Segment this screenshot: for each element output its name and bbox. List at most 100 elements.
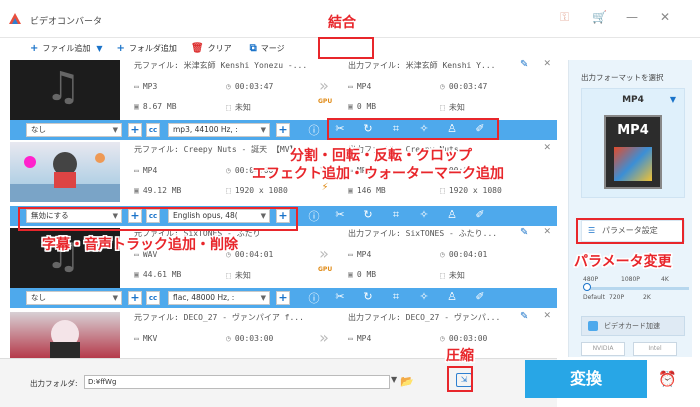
- watermark-icon[interactable]: ♙: [444, 122, 460, 135]
- format-selector[interactable]: MP4 ▼ MP4: [581, 88, 685, 198]
- quality-slider[interactable]: [585, 287, 689, 290]
- effect-wand-icon[interactable]: ✧: [416, 290, 432, 303]
- rotate-icon[interactable]: ↻: [360, 290, 376, 303]
- remove-row-icon[interactable]: ✕: [543, 311, 551, 321]
- output-duration: 00:04:01: [448, 250, 488, 259]
- cc-icon[interactable]: cc: [146, 123, 160, 137]
- output-folder-input[interactable]: D:¥ffWg: [84, 375, 390, 389]
- audio-track-select[interactable]: English opus, 48(▼: [168, 209, 270, 223]
- add-subtitle-button[interactable]: +: [128, 291, 142, 305]
- crop-icon[interactable]: ⌗: [388, 208, 404, 222]
- source-resolution: 未知: [234, 271, 251, 280]
- edit-toolbar: 無効にする ▼ + cc English opus, 48(▼ + ⓘ ✂ ↻ ⌗…: [10, 206, 557, 226]
- info-icon[interactable]: ⓘ: [306, 208, 322, 224]
- info-icon[interactable]: ⓘ: [306, 290, 322, 306]
- chevron-down-icon[interactable]: ▼: [391, 375, 397, 384]
- close-button[interactable]: ✕: [660, 10, 670, 24]
- output-duration: 00:03:00: [448, 334, 488, 343]
- crop-icon[interactable]: ⌗: [388, 290, 404, 304]
- gpu-badge: GPU: [318, 98, 333, 105]
- cc-icon[interactable]: cc: [146, 291, 160, 305]
- output-label: 出力ファイル:: [348, 61, 401, 70]
- rename-pencil-icon[interactable]: ✎: [520, 227, 528, 238]
- add-audio-button[interactable]: +: [276, 209, 290, 223]
- output-filename: 米津玄師 Kenshi Y...: [405, 61, 496, 70]
- quality-slider-handle[interactable]: [583, 283, 591, 291]
- merge-button[interactable]: ⧉ マージ: [250, 43, 285, 54]
- rotate-icon[interactable]: ↻: [360, 208, 376, 221]
- add-folder-button[interactable]: + フォルダ追加: [117, 43, 177, 54]
- watermark-icon[interactable]: ♙: [444, 290, 460, 303]
- quality-label: 1080P: [621, 276, 640, 283]
- cc-icon[interactable]: cc: [146, 209, 160, 223]
- cut-icon[interactable]: ✂: [332, 290, 348, 303]
- clear-button[interactable]: 🗑 クリア: [191, 43, 232, 54]
- selected-format: MP4: [622, 95, 644, 105]
- audio-track-select[interactable]: flac, 48000 Hz, : ▼: [168, 291, 270, 305]
- edit-pen-icon[interactable]: ✐: [472, 208, 488, 221]
- edit-pen-icon[interactable]: ✐: [472, 122, 488, 135]
- list-item[interactable]: 元ファイル: 米津玄師 Kenshi Yonezu -... ▭MP3 ◷00:…: [0, 58, 557, 140]
- edit-pen-icon[interactable]: ✐: [472, 290, 488, 303]
- clock-icon: ◷: [226, 334, 231, 343]
- remove-row-icon[interactable]: ✕: [543, 59, 551, 69]
- minimize-button[interactable]: —: [626, 10, 638, 24]
- alarm-clock-icon[interactable]: ⏰: [658, 370, 677, 388]
- chevron-down-icon[interactable]: ▼: [96, 44, 102, 53]
- cut-icon[interactable]: ✂: [332, 122, 348, 135]
- compress-icon[interactable]: ⇲: [456, 373, 472, 387]
- format-tile-label: MP4: [617, 123, 649, 138]
- cart-icon[interactable]: 🛒: [592, 10, 607, 24]
- add-audio-button[interactable]: +: [276, 123, 290, 137]
- effect-wand-icon[interactable]: ✧: [416, 122, 432, 135]
- lightning-icon: ⚡: [321, 182, 329, 193]
- output-folder-label: 出力フォルダ:: [30, 379, 78, 388]
- toolbar: + ファイル追加 ▼ + フォルダ追加 🗑 クリア ⧉ マージ: [0, 38, 557, 58]
- add-audio-button[interactable]: +: [276, 291, 290, 305]
- remove-row-icon[interactable]: ✕: [543, 227, 551, 237]
- source-filename: Creepy Nuts - 誕天 【MV】: [183, 145, 298, 154]
- chevron-down-icon[interactable]: ▼: [670, 95, 676, 104]
- key-icon[interactable]: ⚿: [560, 10, 569, 25]
- add-subtitle-button[interactable]: +: [128, 123, 142, 137]
- thumbnail: [10, 312, 120, 358]
- watermark-icon[interactable]: ♙: [444, 208, 460, 221]
- checkbox-icon: [588, 321, 598, 331]
- clock-icon: ◷: [440, 334, 445, 343]
- output-format: MP4: [356, 250, 372, 259]
- output-size: 146 MB: [356, 186, 386, 195]
- intel-badge: Intel: [633, 342, 677, 356]
- convert-button[interactable]: 変換: [525, 360, 647, 398]
- settings-sliders-icon: ☰: [588, 226, 596, 235]
- output-resolution: 1920 x 1080: [448, 186, 502, 195]
- list-item[interactable]: 元ファイル: Creepy Nuts - 誕天 【MV】 ▭ MP4 ◷ 00:04…: [0, 142, 557, 226]
- add-subtitle-button[interactable]: +: [128, 209, 142, 223]
- size-icon: ▣: [348, 186, 353, 195]
- resolution-icon: ⬚: [226, 186, 231, 195]
- format-icon: ▭: [134, 166, 139, 175]
- merge-icon: ⧉: [249, 42, 257, 54]
- subtitle-select[interactable]: 無効にする ▼: [26, 209, 122, 223]
- edit-toolbar: なし ▼ + cc flac, 48000 Hz, : ▼ + ⓘ ✂ ↻ ⌗ ✧ …: [10, 288, 557, 308]
- source-filename: DECO_27 - ヴァンパイア f...: [183, 313, 304, 322]
- subtitle-select[interactable]: なし ▼: [26, 291, 122, 305]
- cut-icon[interactable]: ✂: [332, 208, 348, 221]
- info-icon[interactable]: ⓘ: [306, 122, 322, 138]
- remove-row-icon[interactable]: ✕: [543, 143, 551, 153]
- crop-icon[interactable]: ⌗: [388, 122, 404, 136]
- rename-pencil-icon[interactable]: ✎: [520, 59, 528, 70]
- gpu-acceleration-toggle[interactable]: ビデオカード加速: [581, 316, 685, 336]
- rename-pencil-icon[interactable]: ✎: [520, 311, 528, 322]
- parameter-settings-button[interactable]: ☰ パラメータ設定: [581, 220, 685, 242]
- merge-label: マージ: [260, 43, 285, 53]
- add-file-button[interactable]: + ファイル追加 ▼: [30, 43, 103, 54]
- annotation-compress: 圧縮: [446, 348, 474, 364]
- folder-open-icon[interactable]: 📂: [400, 375, 414, 388]
- audio-track-select[interactable]: mp3, 44100 Hz, : ▼: [168, 123, 270, 137]
- subtitle-select[interactable]: なし ▼: [26, 123, 122, 137]
- effect-wand-icon[interactable]: ✧: [416, 208, 432, 221]
- clock-icon: ◷: [226, 82, 231, 91]
- source-label: 元ファイル:: [134, 61, 179, 70]
- rotate-icon[interactable]: ↻: [360, 122, 376, 135]
- format-icon: ▭: [348, 82, 353, 91]
